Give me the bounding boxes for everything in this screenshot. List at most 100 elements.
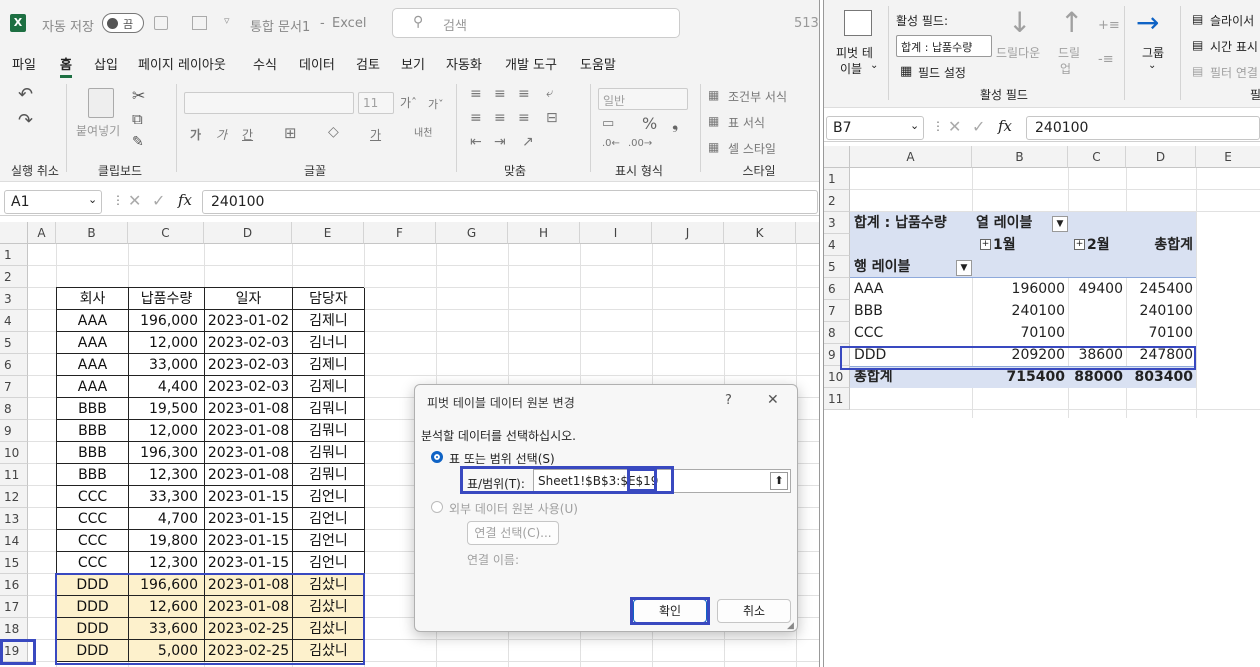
- table-cell[interactable]: 12,300: [129, 552, 205, 574]
- table-cell[interactable]: 33,000: [129, 354, 205, 376]
- drill-up-button-line2[interactable]: 업: [1060, 60, 1071, 77]
- wrap-text-icon[interactable]: ⤶: [546, 86, 553, 101]
- radio-table-range[interactable]: [431, 451, 443, 463]
- border-icon[interactable]: ⊞: [284, 124, 297, 142]
- pivot-cell[interactable]: 70100: [972, 322, 1068, 344]
- col-label-filter-button[interactable]: ▼: [1052, 216, 1068, 232]
- align-top-icon[interactable]: ≡: [470, 86, 482, 102]
- table-cell[interactable]: CCC: [57, 552, 129, 574]
- row-header-6[interactable]: 6: [824, 278, 850, 300]
- col-header-f[interactable]: F: [364, 222, 436, 244]
- table-cell[interactable]: 33,600: [129, 618, 205, 640]
- pivot-cell[interactable]: 196000: [972, 278, 1068, 300]
- table-cell[interactable]: 2023-02-03: [205, 354, 293, 376]
- row-header-5[interactable]: 5: [0, 332, 28, 354]
- search-box[interactable]: ⚲ 검색: [392, 8, 680, 38]
- col-header-h[interactable]: H: [508, 222, 580, 244]
- choose-connection-button[interactable]: 연결 선택(C)...: [467, 521, 559, 545]
- table-cell[interactable]: 2023-01-08: [205, 420, 293, 442]
- row-header-19[interactable]: 19: [0, 640, 28, 662]
- table-cell[interactable]: 김뭐니: [293, 420, 365, 442]
- fx-icon[interactable]: fx: [178, 191, 192, 209]
- row-header-9[interactable]: 9: [824, 344, 850, 366]
- select-all-corner[interactable]: [824, 146, 850, 168]
- expand-field-icon[interactable]: +≡: [1098, 18, 1120, 33]
- orientation-icon[interactable]: ↗: [522, 134, 534, 150]
- font-size-select[interactable]: 11: [358, 92, 394, 114]
- collapse-field-icon[interactable]: -≡: [1098, 52, 1114, 67]
- percent-icon[interactable]: %: [642, 114, 657, 133]
- tab-developer[interactable]: 개발 도구: [505, 54, 557, 73]
- fill-color-icon[interactable]: ◇: [328, 124, 339, 140]
- conditional-format-icon[interactable]: ▦: [708, 88, 719, 102]
- col-header-c[interactable]: C: [128, 222, 204, 244]
- pivot-row-name[interactable]: BBB: [854, 300, 954, 322]
- pivot-cell[interactable]: 38600: [1068, 344, 1126, 366]
- cell-style-label[interactable]: 셀 스타일: [728, 140, 776, 157]
- table-cell[interactable]: 김뭐니: [293, 464, 365, 486]
- table-cell[interactable]: DDD: [57, 618, 129, 640]
- field-settings-icon[interactable]: ▦: [900, 64, 912, 79]
- table-cell[interactable]: 2023-02-03: [205, 332, 293, 354]
- table-cell[interactable]: 김언니: [293, 486, 365, 508]
- enter-icon[interactable]: ✓: [972, 117, 985, 136]
- drill-up-button-line1[interactable]: 드릴: [1058, 44, 1080, 61]
- row-header-8[interactable]: 8: [824, 322, 850, 344]
- row-header-4[interactable]: 4: [824, 234, 850, 256]
- pivot-cell[interactable]: 209200: [972, 344, 1068, 366]
- table-cell[interactable]: 김뭐니: [293, 398, 365, 420]
- merge-icon[interactable]: ⊟: [546, 110, 558, 126]
- font-color-icon[interactable]: 가: [370, 126, 381, 143]
- option-table-range-label[interactable]: 표 또는 범위 선택(S): [449, 450, 555, 467]
- col-header-i[interactable]: I: [580, 222, 652, 244]
- pivot-cell[interactable]: 49400: [1068, 278, 1126, 300]
- table-cell[interactable]: AAA: [57, 354, 129, 376]
- col-header-e[interactable]: E: [292, 222, 364, 244]
- table-cell[interactable]: CCC: [57, 530, 129, 552]
- formula-input[interactable]: 240100: [202, 190, 818, 214]
- tab-data[interactable]: 데이터: [299, 54, 335, 73]
- table-cell[interactable]: BBB: [57, 442, 129, 464]
- pivot-cell[interactable]: 70100: [1126, 322, 1196, 344]
- table-cell[interactable]: 김샀니: [293, 640, 365, 662]
- table-cell[interactable]: 196,000: [129, 310, 205, 332]
- pivot-cell[interactable]: 245400: [1126, 278, 1196, 300]
- indent-icon[interactable]: ⇤: [470, 134, 482, 150]
- format-painter-icon[interactable]: ✎: [132, 134, 144, 150]
- expand-jan-icon[interactable]: +: [980, 239, 991, 250]
- pivot-row-name[interactable]: DDD: [854, 344, 954, 366]
- table-cell[interactable]: DDD: [57, 596, 129, 618]
- col-header-b[interactable]: B: [56, 222, 128, 244]
- cancel-icon[interactable]: ✕: [128, 191, 141, 210]
- tab-file[interactable]: 파일: [12, 54, 36, 73]
- table-cell[interactable]: 33,300: [129, 486, 205, 508]
- pivot-col-label[interactable]: 열 레이블: [976, 212, 1056, 234]
- table-header-manager[interactable]: 담당자: [293, 288, 365, 310]
- table-cell[interactable]: 2023-02-03: [205, 376, 293, 398]
- row-header-3[interactable]: 3: [824, 212, 850, 234]
- table-cell[interactable]: 19,500: [129, 398, 205, 420]
- phonetic-icon[interactable]: 내천: [414, 124, 432, 139]
- table-cell[interactable]: AAA: [57, 332, 129, 354]
- namebox-dropdown-icon[interactable]: ⌄: [910, 119, 919, 132]
- group-icon[interactable]: →: [1136, 6, 1159, 39]
- pivot-row-name[interactable]: CCC: [854, 322, 954, 344]
- table-header-company[interactable]: 회사: [57, 288, 129, 310]
- close-icon[interactable]: ✕: [767, 392, 779, 408]
- row-header-15[interactable]: 15: [0, 552, 28, 574]
- option-external-label[interactable]: 외부 데이터 원본 사용(U): [449, 500, 578, 517]
- undo-icon[interactable]: ↶: [18, 84, 33, 105]
- pivot-total-cell[interactable]: 88000: [1068, 366, 1126, 388]
- table-cell[interactable]: 김제니: [293, 310, 365, 332]
- table-cell[interactable]: 김언니: [293, 552, 365, 574]
- align-bottom-icon[interactable]: ≡: [518, 86, 530, 102]
- pivot-grand-total-header[interactable]: 총합계: [1126, 234, 1196, 256]
- col-header-c[interactable]: C: [1068, 146, 1126, 168]
- align-left-icon[interactable]: ≡: [470, 110, 482, 126]
- group-dropdown-icon[interactable]: ⌄: [1148, 60, 1156, 71]
- table-cell[interactable]: 2023-01-15: [205, 552, 293, 574]
- collapse-dialog-button[interactable]: ⬆: [770, 472, 788, 490]
- fx-icon[interactable]: fx: [998, 117, 1012, 135]
- qat-dropdown-icon[interactable]: ▿: [224, 14, 230, 27]
- table-cell[interactable]: AAA: [57, 310, 129, 332]
